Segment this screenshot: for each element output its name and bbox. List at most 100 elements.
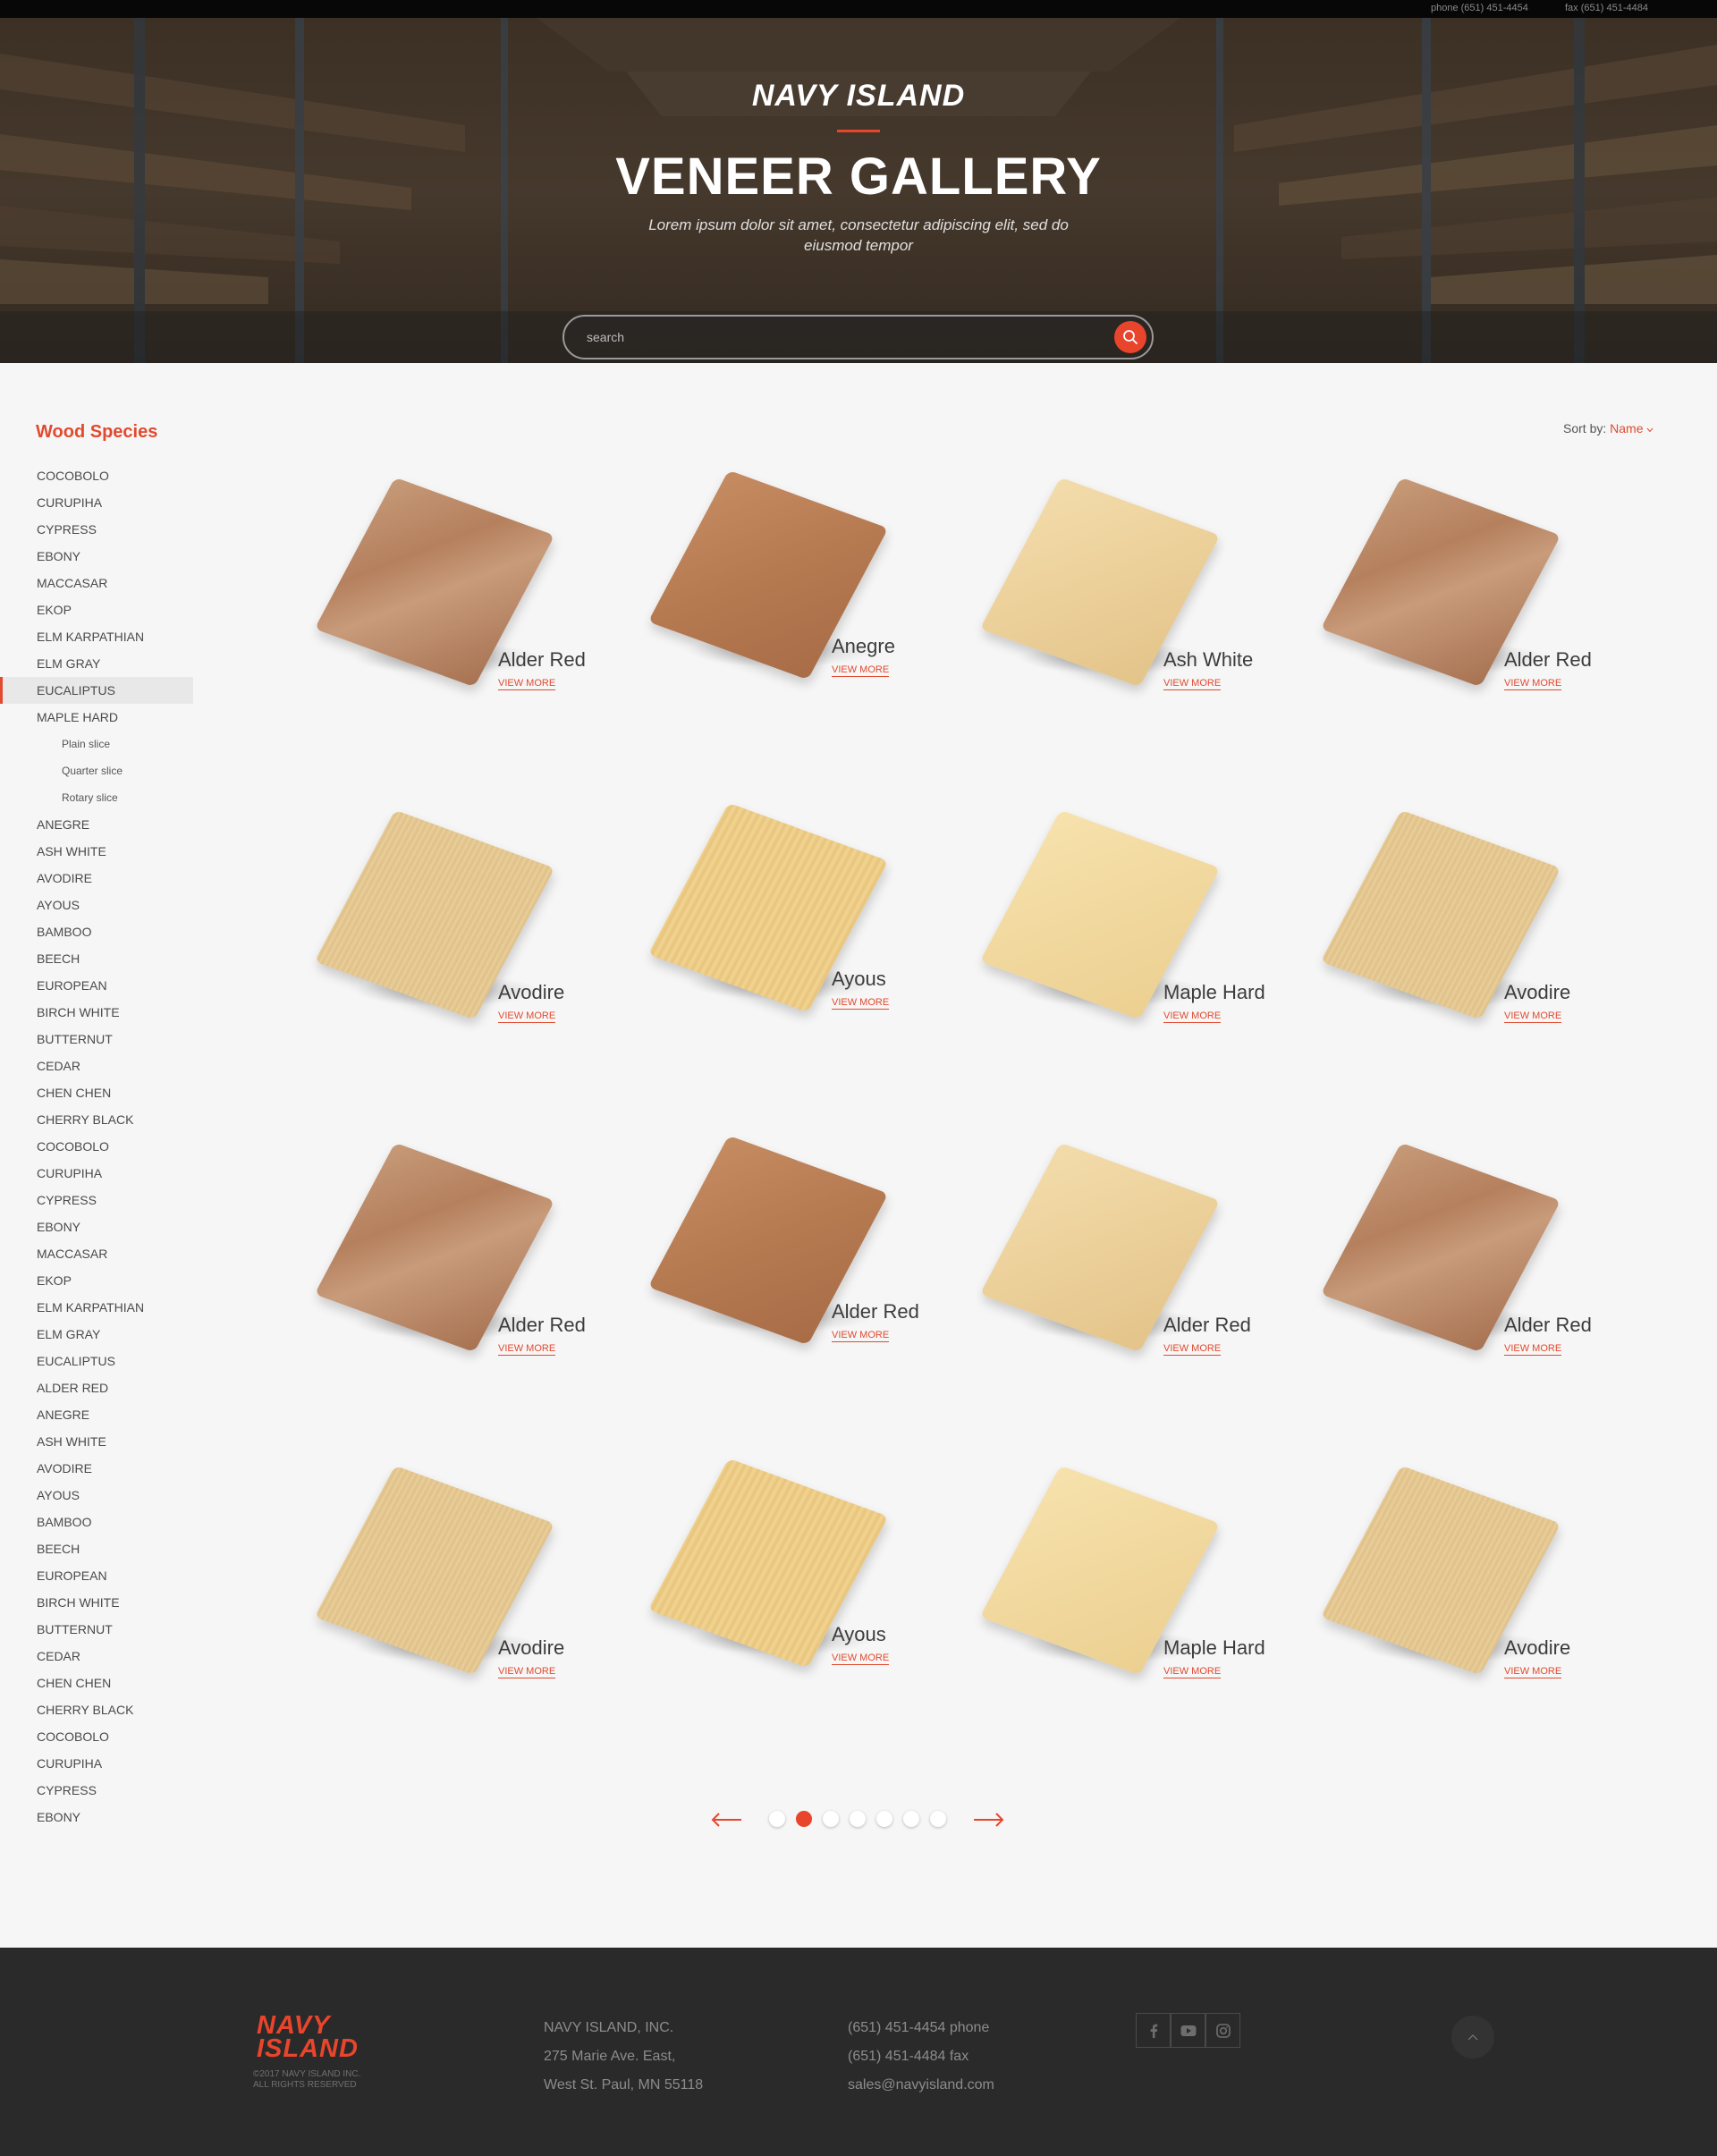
sidebar-item[interactable]: COCOBOLO — [0, 462, 193, 489]
veneer-card[interactable]: Alder Red VIEW MORE — [314, 1139, 630, 1372]
sidebar-item[interactable]: MACCASAR — [0, 570, 193, 596]
sidebar-item[interactable]: CEDAR — [0, 1053, 193, 1079]
veneer-card[interactable]: Ayous VIEW MORE — [647, 1455, 964, 1687]
view-more-link[interactable]: VIEW MORE — [832, 664, 890, 677]
sidebar-item[interactable]: EBONY — [0, 543, 193, 570]
sidebar-item[interactable]: ASH WHITE — [0, 838, 193, 865]
view-more-link[interactable]: VIEW MORE — [832, 1330, 890, 1342]
veneer-card[interactable]: Anegre VIEW MORE — [647, 467, 964, 699]
veneer-card[interactable]: Maple Hard VIEW MORE — [979, 1462, 1296, 1695]
page-dot[interactable] — [876, 1811, 892, 1827]
sidebar-item[interactable]: EBONY — [0, 1213, 193, 1240]
sidebar-item[interactable]: CURUPIHA — [0, 489, 193, 516]
view-more-link[interactable]: VIEW MORE — [832, 997, 890, 1010]
sidebar-item[interactable]: BEECH — [0, 945, 193, 972]
sort-control[interactable]: Sort by: Name — [1563, 421, 1654, 435]
view-more-link[interactable]: VIEW MORE — [1163, 1010, 1222, 1023]
sidebar-item[interactable]: AYOUS — [0, 892, 193, 918]
veneer-card[interactable]: Alder Red VIEW MORE — [314, 474, 630, 706]
sort-value[interactable]: Name — [1610, 421, 1643, 435]
sidebar-item[interactable]: ELM GRAY — [0, 650, 193, 677]
veneer-card[interactable]: Maple Hard VIEW MORE — [979, 807, 1296, 1039]
view-more-link[interactable]: VIEW MORE — [1163, 1666, 1222, 1678]
sidebar-item[interactable]: CYPRESS — [0, 1187, 193, 1213]
view-more-link[interactable]: VIEW MORE — [1163, 678, 1222, 690]
page-dot[interactable] — [796, 1811, 812, 1827]
facebook-link[interactable] — [1136, 2013, 1171, 2048]
veneer-card[interactable]: Avodire VIEW MORE — [1320, 1462, 1637, 1695]
view-more-link[interactable]: VIEW MORE — [498, 1343, 556, 1356]
sidebar-item[interactable]: EUROPEAN — [0, 1562, 193, 1589]
sidebar-item[interactable]: COCOBOLO — [0, 1133, 193, 1160]
veneer-card[interactable]: Alder Red VIEW MORE — [1320, 474, 1637, 706]
page-dot[interactable] — [769, 1811, 785, 1827]
sidebar-item[interactable]: AVODIRE — [0, 865, 193, 892]
view-more-link[interactable]: VIEW MORE — [1504, 1010, 1562, 1023]
sidebar-item[interactable]: BEECH — [0, 1535, 193, 1562]
veneer-card[interactable]: Ash White VIEW MORE — [979, 474, 1296, 706]
sidebar-item[interactable]: ELM KARPATHIAN — [0, 623, 193, 650]
page-dot[interactable] — [850, 1811, 866, 1827]
footer-logo[interactable]: NAVY ISLAND — [257, 2013, 359, 2062]
sidebar-item[interactable]: EKOP — [0, 596, 193, 623]
sidebar-item[interactable]: ALDER RED — [0, 1374, 193, 1401]
sidebar-item[interactable]: ANEGRE — [0, 811, 193, 838]
sidebar-item[interactable]: EUCALIPTUS — [0, 677, 193, 704]
footer-phone[interactable]: (651) 451-4454 phone — [848, 2014, 994, 2042]
sidebar-item[interactable]: CEDAR — [0, 1643, 193, 1670]
page-dot[interactable] — [823, 1811, 839, 1827]
search-button[interactable] — [1114, 321, 1146, 353]
sidebar-item[interactable]: ELM GRAY — [0, 1321, 193, 1348]
veneer-card[interactable]: Alder Red VIEW MORE — [647, 1132, 964, 1365]
back-to-top-button[interactable] — [1451, 2016, 1494, 2059]
view-more-link[interactable]: VIEW MORE — [498, 1010, 556, 1023]
view-more-link[interactable]: VIEW MORE — [832, 1653, 890, 1665]
sidebar-item[interactable]: BUTTERNUT — [0, 1026, 193, 1053]
sidebar-item[interactable]: ELM KARPATHIAN — [0, 1294, 193, 1321]
sidebar-item[interactable]: ANEGRE — [0, 1401, 193, 1428]
sidebar-item[interactable]: EUCALIPTUS — [0, 1348, 193, 1374]
veneer-card[interactable]: Avodire VIEW MORE — [314, 1462, 630, 1695]
veneer-card[interactable]: Avodire VIEW MORE — [314, 807, 630, 1039]
youtube-link[interactable] — [1171, 2013, 1205, 2048]
sidebar-item[interactable]: AVODIRE — [0, 1455, 193, 1482]
view-more-link[interactable]: VIEW MORE — [1504, 1666, 1562, 1678]
sidebar-item[interactable]: AYOUS — [0, 1482, 193, 1509]
veneer-card[interactable]: Avodire VIEW MORE — [1320, 807, 1637, 1039]
search-input[interactable] — [587, 327, 1070, 347]
sidebar-item[interactable]: CURUPIHA — [0, 1160, 193, 1187]
instagram-link[interactable] — [1205, 2013, 1240, 2048]
sidebar-item[interactable]: COCOBOLO — [0, 1723, 193, 1750]
footer-email[interactable]: sales@navyisland.com — [848, 2071, 994, 2100]
sidebar-item[interactable]: EBONY — [0, 1804, 193, 1830]
sidebar-item[interactable]: EKOP — [0, 1267, 193, 1294]
sidebar-subitem[interactable]: Rotary slice — [0, 784, 193, 811]
sidebar-item[interactable]: CURUPIHA — [0, 1750, 193, 1777]
veneer-card[interactable]: Ayous VIEW MORE — [647, 799, 964, 1032]
veneer-card[interactable]: Alder Red VIEW MORE — [979, 1139, 1296, 1372]
sidebar-item[interactable]: ASH WHITE — [0, 1428, 193, 1455]
sidebar-item[interactable]: BAMBOO — [0, 1509, 193, 1535]
sidebar-item[interactable]: BIRCH WHITE — [0, 999, 193, 1026]
next-page-button[interactable] — [970, 1806, 1006, 1833]
sidebar-item[interactable]: BIRCH WHITE — [0, 1589, 193, 1616]
sidebar-item[interactable]: CYPRESS — [0, 516, 193, 543]
view-more-link[interactable]: VIEW MORE — [498, 678, 556, 690]
sidebar-item[interactable]: CYPRESS — [0, 1777, 193, 1804]
sidebar-item[interactable]: CHEN CHEN — [0, 1079, 193, 1106]
sidebar-item[interactable]: CHERRY BLACK — [0, 1106, 193, 1133]
sidebar-item[interactable]: CHEN CHEN — [0, 1670, 193, 1696]
view-more-link[interactable]: VIEW MORE — [498, 1666, 556, 1678]
sidebar-subitem[interactable]: Quarter slice — [0, 757, 193, 784]
page-dot[interactable] — [903, 1811, 919, 1827]
sidebar-item[interactable]: EUROPEAN — [0, 972, 193, 999]
view-more-link[interactable]: VIEW MORE — [1504, 678, 1562, 690]
view-more-link[interactable]: VIEW MORE — [1163, 1343, 1222, 1356]
sidebar-subitem[interactable]: Plain slice — [0, 731, 193, 757]
sidebar-item[interactable]: BUTTERNUT — [0, 1616, 193, 1643]
veneer-card[interactable]: Alder Red VIEW MORE — [1320, 1139, 1637, 1372]
prev-page-button[interactable] — [709, 1806, 745, 1833]
page-dot[interactable] — [930, 1811, 946, 1827]
view-more-link[interactable]: VIEW MORE — [1504, 1343, 1562, 1356]
sidebar-item[interactable]: MAPLE HARD — [0, 704, 193, 731]
